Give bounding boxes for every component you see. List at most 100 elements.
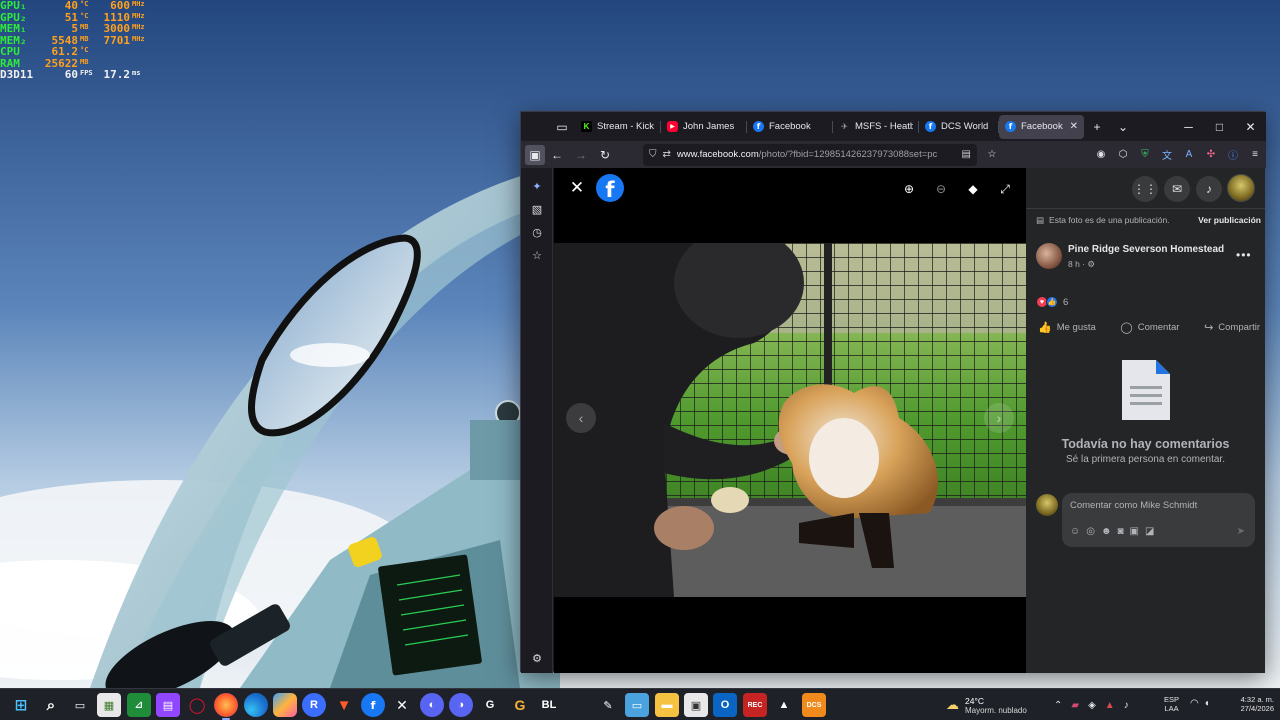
alert-app-icon[interactable]: ▲ [772, 693, 796, 717]
tray-game-icon[interactable]: ◈ [1088, 700, 1096, 711]
outlook-icon[interactable]: O [713, 693, 737, 717]
nvidia-app-icon[interactable]: ▦ [97, 693, 121, 717]
close-tab-icon[interactable]: ✕ [1070, 121, 1078, 132]
file-explorer-icon[interactable]: ▬ [655, 693, 679, 717]
firefox-icon[interactable] [214, 693, 238, 720]
g-app-icon[interactable]: G [478, 693, 502, 717]
view-post-link[interactable]: Ver publicación [1198, 215, 1261, 225]
dcs-app-icon[interactable]: DCS [802, 693, 826, 717]
start-button[interactable]: ⊞ [9, 693, 33, 717]
search-icon[interactable]: ⌕ [39, 693, 63, 717]
gif-icon[interactable]: ▣ [1130, 526, 1139, 537]
forward-button[interactable]: → [569, 143, 593, 167]
translate-icon[interactable]: 文 [1156, 144, 1178, 166]
ai-chat-icon[interactable]: ✦ [529, 178, 545, 194]
avatar-sticker-icon[interactable]: ☺ [1070, 526, 1080, 537]
page-avatar[interactable] [1036, 243, 1062, 269]
bookmark-star-icon[interactable]: ☆ [981, 144, 1003, 166]
input-language[interactable]: ESP LAA [1164, 695, 1179, 713]
maximize-button[interactable]: □ [1204, 115, 1235, 139]
comment-input[interactable]: Comentar como Mike Schmidt ☺ ◎ ☻ ◙ ▣ ◪ ➤ [1062, 493, 1255, 547]
tray-app-icon[interactable]: ▰ [1071, 700, 1079, 711]
tray-status-icons[interactable]: ◠ ◖ [1190, 698, 1210, 709]
shield-icon[interactable]: ⛉ [649, 149, 657, 160]
reload-button[interactable]: ↻ [593, 143, 617, 167]
store-icon[interactable]: ▣ [684, 693, 708, 717]
emoji-icon[interactable]: ☻ [1101, 526, 1112, 537]
send-comment-icon[interactable]: ➤ [1237, 526, 1245, 537]
x-icon[interactable]: ✕ [390, 693, 414, 717]
discord-alt-icon[interactable]: ◑ [449, 693, 473, 717]
sidebar-toggle-icon[interactable]: ▣ [525, 144, 545, 165]
share-button[interactable]: ↪ Compartir [1200, 317, 1264, 337]
tab-list-chevron-icon[interactable]: ⌄ [1110, 114, 1136, 140]
copilot-icon[interactable] [273, 693, 297, 717]
tab-overview-icon[interactable]: ▭ [549, 114, 575, 140]
tool-app-icon[interactable]: ✎ [596, 693, 620, 717]
bl-app-icon[interactable]: BL [537, 693, 561, 717]
task-view-icon[interactable]: ▭ [68, 693, 92, 717]
like-button[interactable]: 👍 Me gusta [1034, 317, 1100, 337]
menu-icon[interactable]: ≡ [1244, 144, 1266, 166]
weather-widget[interactable]: ☁ 24°C Mayorm. nublado [946, 694, 1027, 716]
opera-icon[interactable]: ◯ [185, 693, 209, 717]
tag-icon[interactable]: ◆ [962, 178, 984, 200]
sticker-icon[interactable]: ◪ [1145, 526, 1154, 537]
minimize-button[interactable]: ─ [1173, 115, 1204, 139]
discord-icon[interactable]: ◐ [420, 693, 444, 717]
messenger-icon[interactable]: ✉ [1164, 176, 1190, 202]
translate-alt-icon[interactable]: A [1178, 144, 1200, 166]
comment-button[interactable]: ◯ Comentar [1116, 317, 1183, 337]
notifications-bell-icon[interactable]: ♪ [1196, 176, 1222, 202]
clock[interactable]: 4:32 a. m. 27/4/2026 [1222, 695, 1274, 713]
tray-alert-icon[interactable]: ▲ [1105, 700, 1115, 711]
browser-tab[interactable]: ✈ MSFS - Heatblur [833, 115, 919, 139]
info-extension-icon[interactable]: ⓘ [1222, 144, 1244, 166]
browser-tab[interactable]: f Facebook ✕ [999, 114, 1084, 139]
post-time[interactable]: 8 h · ⚙ [1068, 259, 1095, 270]
browser-tab[interactable]: ▶ John James [661, 115, 747, 139]
zoom-out-icon[interactable]: ⊖ [930, 178, 952, 200]
page-name[interactable]: Pine Ridge Severson Homestead [1068, 244, 1224, 255]
show-hidden-icons-chevron-icon[interactable]: ⌃ [1054, 700, 1062, 711]
microphone-icon[interactable]: ♪ [1124, 700, 1129, 711]
g-hub-icon[interactable]: G [508, 693, 532, 717]
history-icon[interactable]: ◷ [529, 224, 545, 240]
sidebar-tabs-icon[interactable]: ▧ [529, 201, 545, 217]
recording-app-icon[interactable]: REC [743, 693, 767, 717]
brave-icon[interactable]: ▼ [332, 693, 356, 717]
twitch-icon[interactable]: ▤ [156, 693, 180, 717]
browser-tab[interactable]: f DCS World [919, 115, 999, 139]
r-app-icon[interactable]: R [302, 693, 326, 717]
tools-extension-icon[interactable]: ✣ [1200, 144, 1222, 166]
reactions-summary[interactable]: ♥ 👍 6 [1036, 296, 1068, 308]
bookmarks-icon[interactable]: ☆ [529, 247, 545, 263]
close-window-button[interactable]: ✕ [1235, 115, 1266, 139]
browser-tab[interactable]: K Stream - Kick De [575, 115, 661, 139]
monitor-app-icon[interactable]: ▭ [625, 693, 649, 717]
camera-icon[interactable]: ◙ [1117, 526, 1123, 537]
edge-icon[interactable] [244, 693, 268, 717]
zoom-in-icon[interactable]: ⊕ [898, 178, 920, 200]
more-options-button[interactable]: ••• [1236, 248, 1252, 262]
shield-extension-icon[interactable]: ⛨ [1134, 144, 1156, 166]
back-button[interactable]: ← [545, 143, 569, 167]
sidebar-settings-icon[interactable]: ⚙ [529, 650, 545, 666]
profile-avatar[interactable] [1227, 174, 1255, 202]
next-photo-button[interactable]: › [984, 403, 1014, 433]
address-bar[interactable]: ⛉ ⇄ www.facebook.com/photo/?fbid=1298514… [643, 143, 977, 166]
permissions-icon[interactable]: ⇄ [663, 149, 671, 160]
fullscreen-icon[interactable]: ⤢ [994, 178, 1016, 200]
spreadsheet-app-icon[interactable]: ⊿ [127, 693, 151, 717]
new-tab-button[interactable]: + [1084, 114, 1110, 140]
facebook-logo-icon[interactable]: f [596, 174, 624, 202]
extensions-icon[interactable]: ⬡ [1112, 144, 1134, 166]
previous-photo-button[interactable]: ‹ [566, 403, 596, 433]
reader-view-icon[interactable]: ▤ [962, 149, 971, 160]
close-photo-button[interactable]: ✕ [566, 177, 588, 199]
account-icon[interactable]: ◉ [1090, 144, 1112, 166]
menu-grid-icon[interactable]: ⋮⋮ [1132, 176, 1158, 202]
ai-sticker-icon[interactable]: ◎ [1086, 526, 1095, 537]
browser-tab[interactable]: f Facebook [747, 115, 833, 139]
facebook-taskbar-icon[interactable]: f [361, 693, 385, 717]
